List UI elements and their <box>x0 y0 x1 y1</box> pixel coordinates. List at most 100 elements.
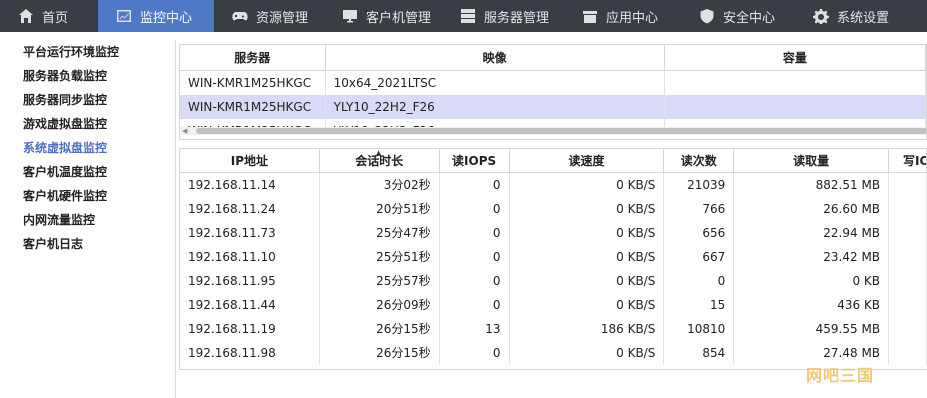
nav-item-label: 监控中心 <box>140 10 193 26</box>
monitor-icon <box>342 8 358 24</box>
cell-read-speed: 0 KB/S <box>510 245 665 269</box>
monitor-table-row[interactable]: 192.168.11.73 25分47秒 0 0 KB/S 656 22.94 MB <box>180 221 927 245</box>
cell-read-iops: 0 <box>440 197 510 221</box>
cell-duration: 26分09秒 <box>320 293 440 317</box>
cell-read-amount: 26.60 MB <box>734 197 890 221</box>
sidebar-item-6[interactable]: 客户机硬件监控 <box>0 184 175 208</box>
cell-read-amount: 459.55 MB <box>734 317 890 341</box>
home-icon <box>18 8 34 24</box>
header-write-iops[interactable]: 写IO <box>889 149 927 172</box>
scroll-left-icon[interactable]: ◀ <box>182 127 187 135</box>
cell-duration: 3分02秒 <box>320 173 440 197</box>
server-table-body: WIN-KMR1M25HKGC 10x64_2021LTSC WIN-KMR1M25… <box>180 71 926 127</box>
watermark-logo: 网吧三国 <box>806 366 875 385</box>
server-table-row[interactable]: WIN-KMR1M25HKGC 10x64_2021LTSC <box>180 71 926 95</box>
cell-read-speed: 0 KB/S <box>510 221 665 245</box>
horizontal-scrollbar[interactable]: ◀ <box>180 127 926 135</box>
nav-item-3[interactable]: 客户机管理 <box>324 0 442 32</box>
server-icon <box>460 8 476 24</box>
cell-read-speed: 0 KB/S <box>510 293 665 317</box>
cell-image: 10x64_2021LTSC <box>326 71 665 95</box>
nav-item-7[interactable]: 系统设置 <box>795 0 927 32</box>
cell-write <box>889 173 927 197</box>
cell-write <box>889 245 927 269</box>
nav-item-label: 应用中心 <box>606 10 659 26</box>
sidebar-menu: 平台运行环境监控 服务器负载监控 服务器同步监控 游戏虚拟盘监控 系统虚拟盘监控 客户机温… <box>0 40 176 398</box>
header-read-amount[interactable]: 读取量 <box>734 149 890 172</box>
header-image[interactable]: 映像 <box>326 45 665 70</box>
server-table-header: 服务器 映像 容量 <box>180 45 926 71</box>
header-read-iops[interactable]: 读IOPS <box>440 149 510 172</box>
sort-asc-icon: ▲ <box>375 149 382 157</box>
nav-item-5[interactable]: 应用中心 <box>564 0 681 32</box>
sidebar-item-2[interactable]: 服务器同步监控 <box>0 88 175 112</box>
sidebar-item-5[interactable]: 客户机温度监控 <box>0 160 175 184</box>
sidebar-item-8[interactable]: 客户机日志 <box>0 232 175 256</box>
sidebar-item-1[interactable]: 服务器负载监控 <box>0 64 175 88</box>
cell-write <box>889 197 927 221</box>
cell-duration: 26分15秒 <box>320 317 440 341</box>
cell-server: WIN-KMR1M25HKGC <box>180 71 326 95</box>
cell-capacity <box>665 95 926 119</box>
cell-capacity <box>665 71 926 95</box>
cell-read-iops: 13 <box>440 317 510 341</box>
cell-read-iops: 0 <box>440 293 510 317</box>
header-duration[interactable]: ▲ 会话时长 <box>320 149 440 172</box>
cell-read-amount: 436 KB <box>734 293 890 317</box>
cell-duration: 26分15秒 <box>320 341 440 365</box>
cell-read-iops: 0 <box>440 173 510 197</box>
monitor-table-row[interactable]: 192.168.11.95 25分57秒 0 0 KB/S 0 0 KB <box>180 269 927 293</box>
nav-item-label: 系统设置 <box>837 10 890 26</box>
cell-duration: 20分51秒 <box>320 197 440 221</box>
sidebar-item-0[interactable]: 平台运行环境监控 <box>0 40 175 64</box>
cell-read-amount: 0 KB <box>734 269 890 293</box>
cell-read-speed: 0 KB/S <box>510 197 665 221</box>
cell-read-count: 667 <box>664 245 735 269</box>
cell-ip: 192.168.11.14 <box>180 173 320 197</box>
cell-duration: 25分47秒 <box>320 221 440 245</box>
gamepad-icon <box>232 8 248 24</box>
server-table-row[interactable]: WIN-KMR1M25HKGCYLY10_22H2_F26 <box>180 95 926 119</box>
nav-item-0[interactable]: 首页 <box>0 0 98 32</box>
shield-icon <box>699 8 715 24</box>
sidebar-item-4[interactable]: 系统虚拟盘监控 <box>0 136 175 160</box>
sidebar-item-7[interactable]: 内网流量监控 <box>0 208 175 232</box>
cell-server: WIN-KMR1M25HKGC <box>180 119 326 127</box>
monitor-table-row[interactable]: 192.168.11.14 3分02秒 0 0 KB/S 21039 882.51 MB <box>180 173 927 197</box>
cell-capacity <box>665 119 926 127</box>
nav-item-2[interactable]: 资源管理 <box>214 0 324 32</box>
cell-read-iops: 0 <box>440 341 510 365</box>
nav-item-1[interactable]: 监控中心 <box>98 0 214 32</box>
cell-read-count: 656 <box>664 221 735 245</box>
sidebar-item-3[interactable]: 游戏虚拟盘监控 <box>0 112 175 136</box>
header-capacity[interactable]: 容量 <box>665 45 926 70</box>
header-server[interactable]: 服务器 <box>180 45 326 70</box>
cell-read-speed: 0 KB/S <box>510 341 665 365</box>
monitor-table-body: 192.168.11.14 3分02秒 0 0 KB/S 21039 882.51 MB 1… <box>180 173 927 365</box>
nav-item-6[interactable]: 安全中心 <box>681 0 795 32</box>
cell-write <box>889 221 927 245</box>
monitor-table-row[interactable]: 192.168.11.44 26分09秒 0 0 KB/S 15 436 KB <box>180 293 927 317</box>
header-read-count[interactable]: 读次数 <box>664 149 735 172</box>
nav-item-label: 安全中心 <box>723 10 776 26</box>
cell-ip: 192.168.11.44 <box>180 293 320 317</box>
top-navigation: 首页 监控中心 资源管理 客户机管理 服务器管理 应用中心 安全中心 系统设置 <box>0 0 927 32</box>
monitor-table-row[interactable]: 192.168.11.10 25分51秒 0 0 KB/S 667 23.42 MB <box>180 245 927 269</box>
cell-write <box>889 317 927 341</box>
cell-read-amount: 22.94 MB <box>734 221 890 245</box>
cell-read-count: 21039 <box>664 173 735 197</box>
disk-monitor-table: IP地址 ▲会话时长 读IOPS 读速度 读次数 读取量 写IO 192.168… <box>179 148 927 370</box>
monitor-table-row[interactable]: 192.168.11.24 20分51秒 0 0 KB/S 766 26.60 MB <box>180 197 927 221</box>
cell-image: YLY10_22H2_F26 <box>326 95 665 119</box>
header-ip[interactable]: IP地址 <box>180 149 320 172</box>
header-read-speed[interactable]: 读速度 <box>510 149 665 172</box>
gear-icon <box>813 8 829 24</box>
cell-read-amount: 23.42 MB <box>734 245 890 269</box>
server-table-row[interactable]: WIN-KMR1M25HKGCYLY10_22H2_F26 <box>180 119 926 127</box>
cell-server: WIN-KMR1M25HKGC <box>180 95 326 119</box>
cell-read-count: 766 <box>664 197 735 221</box>
cell-ip: 192.168.11.73 <box>180 221 320 245</box>
monitor-table-row[interactable]: 192.168.11.19 26分15秒 13 186 KB/S 10810 459.55… <box>180 317 927 341</box>
nav-item-4[interactable]: 服务器管理 <box>442 0 564 32</box>
scrollbar-thumb[interactable] <box>196 128 926 134</box>
